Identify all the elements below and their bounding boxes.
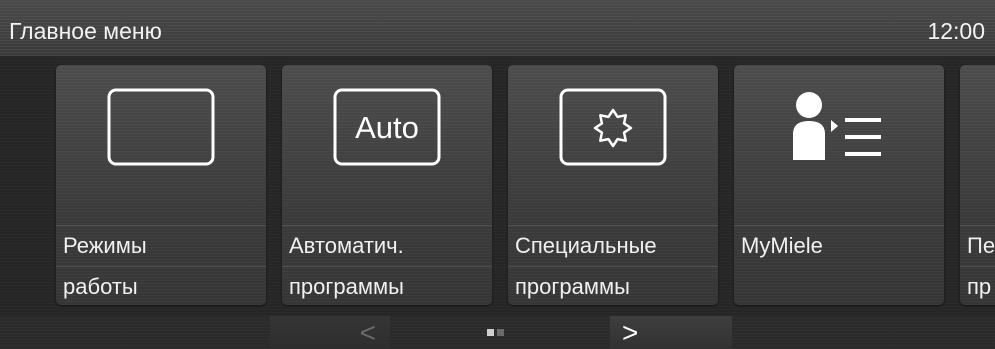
- tile-label: Режимы работы: [56, 225, 266, 305]
- tile-label: Автоматич. программы: [282, 225, 492, 305]
- tile-label-line1: Режимы: [56, 225, 266, 266]
- main-menu-screen: Главное меню 12:00 Режимы работы Auto Ав…: [0, 0, 995, 349]
- special-star-icon: [508, 77, 718, 177]
- tile-automatic-programs[interactable]: Auto Автоматич. программы: [282, 65, 492, 305]
- tile-special-programs[interactable]: Специальные программы: [508, 65, 718, 305]
- auto-icon: Auto: [282, 77, 492, 177]
- tile-label-line2: пр: [960, 266, 995, 305]
- tile-label-line1: MyMiele: [734, 225, 944, 266]
- tile-label-line1: Специальные: [508, 225, 718, 266]
- auto-icon-text: Auto: [355, 110, 419, 145]
- clock: 12:00: [927, 18, 985, 44]
- tile-label-line1: Автоматич.: [282, 225, 492, 266]
- blank-frame-icon: [56, 77, 266, 177]
- tile-label-line2: программы: [508, 266, 718, 305]
- tiles-carousel: Режимы работы Auto Автоматич. программы: [0, 56, 995, 316]
- next-page-button[interactable]: >: [610, 316, 732, 349]
- tile-label-line2: работы: [56, 266, 266, 305]
- page-indicator: [487, 329, 507, 337]
- page-title: Главное меню: [9, 18, 162, 44]
- tile-label: Специальные программы: [508, 225, 718, 305]
- page-dot-inactive: [497, 329, 504, 336]
- tile-label-line2: [734, 266, 944, 305]
- tile-label: MyMiele: [734, 225, 944, 305]
- tile-label: Пе пр: [960, 225, 995, 305]
- prev-page-button[interactable]: <: [270, 316, 390, 349]
- tile-partial-next[interactable]: Пе пр: [960, 65, 995, 305]
- tile-label-line2: программы: [282, 266, 492, 305]
- page-dot-active: [487, 329, 494, 336]
- footer-navigation: < >: [0, 316, 995, 349]
- header-bar: Главное меню 12:00: [0, 0, 995, 56]
- tile-mymiele[interactable]: MyMiele: [734, 65, 944, 305]
- tile-label-line1: Пе: [960, 225, 995, 266]
- user-list-icon: [734, 77, 944, 177]
- tile-operating-modes[interactable]: Режимы работы: [56, 65, 266, 305]
